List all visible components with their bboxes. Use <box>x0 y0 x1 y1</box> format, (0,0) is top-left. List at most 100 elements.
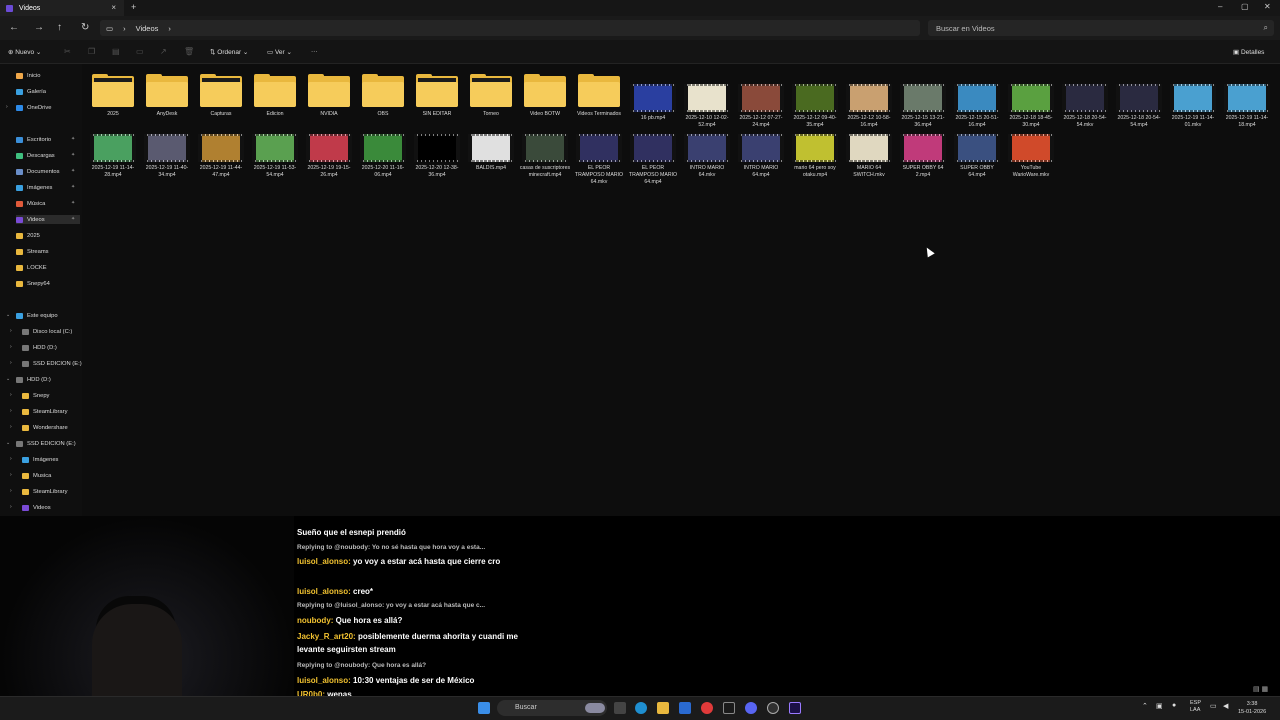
tab-close-button[interactable]: × <box>111 3 116 12</box>
tree-item[interactable]: HDD (D:) <box>22 343 57 352</box>
forward-button[interactable]: → <box>34 22 44 33</box>
widget-icon[interactable] <box>585 703 605 713</box>
chevron-right-icon[interactable]: › <box>10 408 12 414</box>
folder-item[interactable]: SIN EDITAR <box>411 74 463 118</box>
tree-item[interactable]: Musica <box>22 471 51 480</box>
file-explorer-icon[interactable] <box>657 702 669 714</box>
more-options-button[interactable]: ··· <box>311 48 318 55</box>
video-file-item[interactable]: 2025-12-19 11-44-47.mp4 <box>195 134 247 179</box>
rename-icon[interactable]: ▭ <box>136 47 144 56</box>
back-button[interactable]: ← <box>9 22 19 33</box>
tree-item[interactable]: HDD (D:) <box>16 375 51 384</box>
chevron-down-icon[interactable]: ⌄ <box>6 440 10 446</box>
close-window-button[interactable]: ✕ <box>1264 2 1271 11</box>
video-file-item[interactable]: 2025-12-20 12-38-36.mp4 <box>411 134 463 179</box>
breadcrumb[interactable]: ▭ › Videos › <box>100 20 920 36</box>
tree-item[interactable]: Snepy <box>22 391 49 400</box>
copy-icon[interactable]: ❐ <box>88 47 95 56</box>
maximize-button[interactable]: ▢ <box>1241 2 1249 11</box>
breadcrumb-separator[interactable]: › <box>123 24 126 33</box>
video-file-item[interactable]: 2025-12-19 11-53-54.mp4 <box>249 134 301 179</box>
pin-icon[interactable]: ✦ <box>71 136 75 142</box>
minimize-button[interactable]: – <box>1218 2 1222 11</box>
sidebar-item-2[interactable]: OneDrive <box>16 103 82 112</box>
tree-item[interactable]: SSD EDICION (E:) <box>22 359 82 368</box>
pin-icon[interactable]: ✦ <box>71 168 75 174</box>
chevron-right-icon[interactable]: › <box>10 360 12 366</box>
chevron-right-icon[interactable]: › <box>10 456 12 462</box>
cut-icon[interactable]: ✂ <box>64 47 71 56</box>
breadcrumb-separator[interactable]: › <box>168 24 171 33</box>
video-file-item[interactable]: YouTube WarioWare.mkv <box>1005 134 1057 179</box>
refresh-button[interactable]: ↻ <box>81 22 89 33</box>
video-file-item[interactable]: EL PEOR TRAMPOSO MARIO 64.mp4 <box>627 134 679 186</box>
video-file-item[interactable]: 2025-12-15 20-51-16.mp4 <box>951 74 1003 129</box>
obs-icon[interactable] <box>767 702 779 714</box>
tree-item[interactable]: SteamLibrary <box>22 487 67 496</box>
pin-icon[interactable]: ✦ <box>71 152 75 158</box>
task-view-icon[interactable] <box>614 702 626 714</box>
up-button[interactable]: ↑ <box>57 22 62 33</box>
chat-username[interactable]: Jacky_R_art20: <box>297 632 356 641</box>
tray-app-icon[interactable]: ▣ <box>1156 702 1163 710</box>
sidebar-item-0[interactable]: Inicio <box>16 71 82 80</box>
video-file-item[interactable]: 2025-12-19 11-14-28.mp4 <box>87 134 139 179</box>
pin-icon[interactable]: ✦ <box>71 184 75 190</box>
folder-item[interactable]: Torneo <box>465 74 517 118</box>
video-file-item[interactable]: 16 pb.mp4 <box>627 74 679 122</box>
chevron-right-icon[interactable]: › <box>10 488 12 494</box>
video-file-item[interactable]: INTRO MARIO 64.mkv <box>681 134 733 179</box>
mic-icon[interactable]: ● <box>1172 702 1176 709</box>
folder-item[interactable]: AnyDesk <box>141 74 193 118</box>
clock[interactable]: 3:38 15-01-2026 <box>1238 700 1266 716</box>
video-file-item[interactable]: 2025-12-19 11-40-34.mp4 <box>141 134 193 179</box>
volume-icon[interactable]: ◀ <box>1223 702 1228 710</box>
pin-icon[interactable]: ✦ <box>71 216 75 222</box>
video-file-item[interactable]: 2025-12-12 07-27-24.mp4 <box>735 74 787 129</box>
folder-item[interactable]: Capturas <box>195 74 247 118</box>
tree-item[interactable]: Imágenes <box>22 455 58 464</box>
chevron-down-icon[interactable]: ⌄ <box>6 376 10 382</box>
video-file-item[interactable]: 2025-12-15 13-21-36.mp4 <box>897 74 949 129</box>
chevron-right-icon[interactable]: › <box>10 328 12 334</box>
folder-item[interactable]: OBS <box>357 74 409 118</box>
view-button[interactable]: ▭ Ver ⌄ <box>267 48 292 56</box>
video-file-item[interactable]: 2025-12-19 11-14-18.mp4 <box>1221 74 1273 129</box>
folder-item[interactable]: Edicion <box>249 74 301 118</box>
chevron-right-icon[interactable]: › <box>10 344 12 350</box>
folder-item[interactable]: Video BOTW <box>519 74 571 118</box>
folder-item[interactable]: 2025 <box>87 74 139 118</box>
search-input[interactable]: Buscar en Videos ⌕ <box>928 20 1274 36</box>
video-file-item[interactable]: INTRO MARIO 64.mp4 <box>735 134 787 179</box>
pin-icon[interactable]: ✦ <box>71 200 75 206</box>
video-file-item[interactable]: 2025-12-18 20-54-54.mp4 <box>1113 74 1165 129</box>
sidebar-folder-item[interactable]: 2025 <box>16 231 40 240</box>
video-file-item[interactable]: 2025-12-18 18-45-30.mp4 <box>1005 74 1057 129</box>
chevron-right-icon[interactable]: › <box>10 472 12 478</box>
video-file-item[interactable]: casas de suscriptores minecraft.mp4 <box>519 134 571 179</box>
video-file-item[interactable]: 2025-12-12 09-40-35.mp4 <box>789 74 841 129</box>
tree-item[interactable]: Wondershare <box>22 423 68 432</box>
sort-button[interactable]: ⇅ Ordenar ⌄ <box>210 48 248 56</box>
folder-item[interactable]: Videos Terminados <box>573 74 625 118</box>
tree-item[interactable]: SteamLibrary <box>22 407 67 416</box>
tree-item[interactable]: Disco local (C:) <box>22 327 72 336</box>
video-file-item[interactable]: SUPER OBBY 64.mp4 <box>951 134 1003 179</box>
sidebar-folder-item[interactable]: Streams <box>16 247 49 256</box>
new-button[interactable]: ⊕ Nuevo ⌄ <box>8 48 41 56</box>
tray-chevron-icon[interactable]: ⌃ <box>1142 702 1148 710</box>
chevron-down-icon[interactable]: ⌄ <box>6 312 10 318</box>
premiere-icon[interactable] <box>789 702 801 714</box>
video-file-item[interactable]: EL PEOR TRAMPOSO MARIO 64.mkv <box>573 134 625 186</box>
chat-username[interactable]: luisol_alonso: <box>297 587 351 596</box>
video-file-item[interactable]: BALDIS.mp4 <box>465 134 517 172</box>
breadcrumb-videos[interactable]: Videos <box>136 24 159 33</box>
tree-item[interactable]: SSD EDICION (E:) <box>16 439 76 448</box>
sidebar-folder-item[interactable]: LOCKE <box>16 263 47 272</box>
start-icon[interactable] <box>478 702 490 714</box>
new-tab-button[interactable]: + <box>131 2 136 12</box>
folder-item[interactable]: NVIDIA <box>303 74 355 118</box>
edge-icon[interactable] <box>635 702 647 714</box>
video-file-item[interactable]: MARIO 64 SWITCH.mkv <box>843 134 895 179</box>
tree-item[interactable]: Este equipo <box>16 311 58 320</box>
